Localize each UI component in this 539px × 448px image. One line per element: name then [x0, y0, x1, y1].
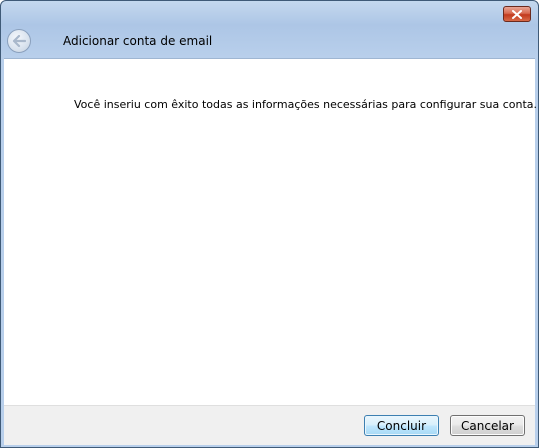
- finish-button[interactable]: Concluir: [364, 415, 439, 436]
- dialog-title: Adicionar conta de email: [63, 34, 213, 48]
- wizard-window: Adicionar conta de email Você inseriu co…: [0, 0, 539, 448]
- success-message: Você inseriu com êxito todas as informaç…: [74, 98, 538, 111]
- wizard-header: Adicionar conta de email: [1, 25, 538, 58]
- close-button[interactable]: [503, 6, 531, 22]
- wizard-content: Você inseriu com êxito todas as informaç…: [4, 58, 538, 405]
- back-arrow-icon: [12, 35, 26, 47]
- back-button[interactable]: [7, 29, 31, 53]
- close-icon: [512, 9, 522, 19]
- cancel-button[interactable]: Cancelar: [450, 415, 525, 436]
- wizard-footer: Concluir Cancelar: [4, 405, 535, 445]
